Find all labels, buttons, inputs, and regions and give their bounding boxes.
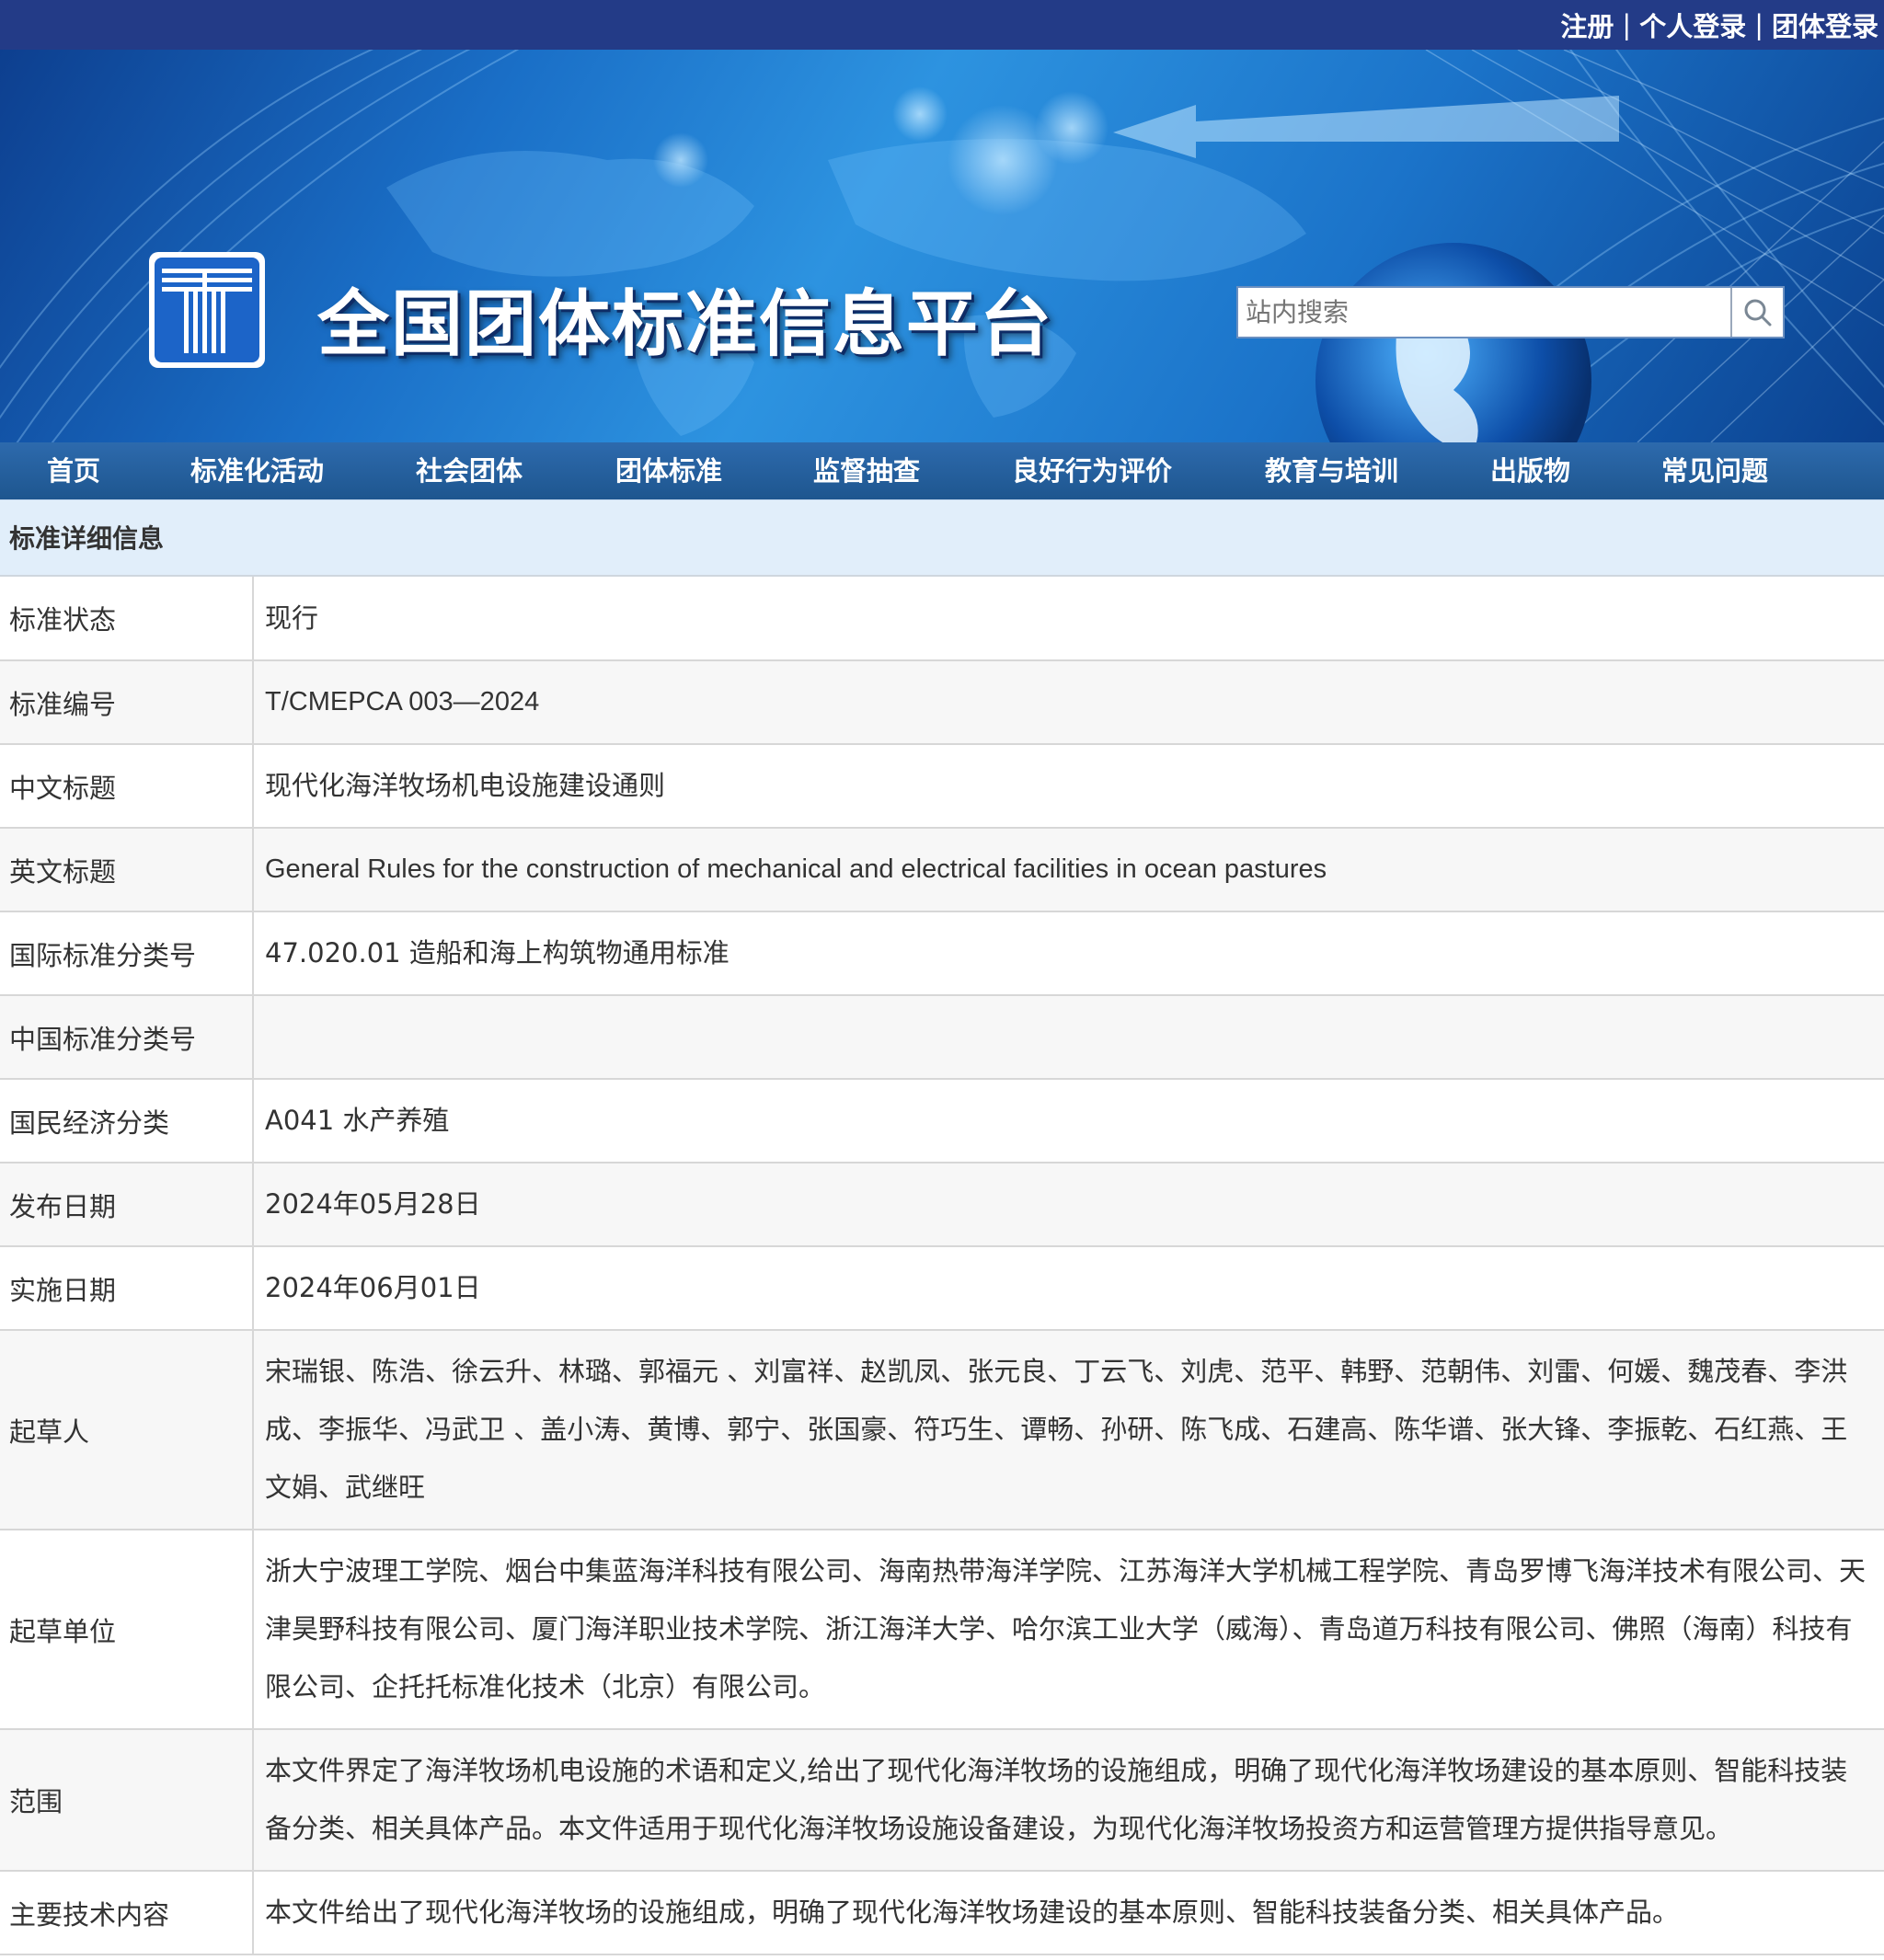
search-button[interactable]	[1730, 288, 1783, 337]
value-economic-class: A041 水产养殖	[253, 1079, 1884, 1163]
page: 注册 | 个人登录 | 团体登录 全国团体标准信息平台 站内搜索 首页 标准化活…	[0, 0, 1884, 1960]
site-title: 全国团体标准信息平台	[317, 282, 1054, 366]
search-box	[1236, 286, 1785, 338]
label-english-title: 英文标题	[0, 828, 254, 912]
value-drafting-units: 浙大宁波理工学院、烟台中集蓝海洋科技有限公司、海南热带海洋学院、江苏海洋大学机械…	[253, 1530, 1884, 1730]
nav-item-standardization-activities[interactable]: 标准化活动	[190, 442, 324, 499]
label-status: 标准状态	[0, 577, 254, 661]
label-standard-number: 标准编号	[0, 660, 254, 745]
label-drafters: 起草人	[0, 1330, 254, 1530]
top-bar: 注册 | 个人登录 | 团体登录	[0, 0, 1884, 50]
nav-item-faq[interactable]: 常见问题	[1661, 442, 1768, 499]
standard-detail: 标准详细信息 标准状态 现行 标准编号 T/CMEPCA 003—2024 中文…	[0, 499, 1884, 1955]
search-input[interactable]	[1238, 288, 1730, 337]
detail-table: 标准状态 现行 标准编号 T/CMEPCA 003—2024 中文标题 现代化海…	[0, 577, 1884, 1955]
value-drafters: 宋瑞银、陈浩、徐云升、林璐、郭福元 、刘富祥、赵凯凤、张元良、丁云飞、刘虎、范平…	[253, 1330, 1884, 1530]
nav-item-publications[interactable]: 出版物	[1490, 442, 1570, 499]
detail-heading: 标准详细信息	[0, 499, 1884, 577]
label-effective-date: 实施日期	[0, 1246, 254, 1331]
label-economic-class: 国民经济分类	[0, 1079, 254, 1163]
label-chinese-title: 中文标题	[0, 744, 254, 829]
value-english-title: General Rules for the construction of me…	[253, 828, 1884, 912]
value-standard-number: T/CMEPCA 003—2024	[253, 660, 1884, 745]
value-publish-date: 2024年05月28日	[253, 1163, 1884, 1247]
nav-item-supervision[interactable]: 监督抽查	[813, 442, 920, 499]
register-link[interactable]: 注册	[1560, 6, 1614, 44]
banner: 全国团体标准信息平台	[0, 50, 1884, 442]
nav-item-social-groups[interactable]: 社会团体	[416, 442, 523, 499]
nav-item-education[interactable]: 教育与培训	[1265, 442, 1398, 499]
nav-item-home[interactable]: 首页	[47, 442, 100, 499]
group-login-link[interactable]: 团体登录	[1772, 6, 1878, 44]
value-effective-date: 2024年06月01日	[253, 1246, 1884, 1331]
label-ics: 国际标准分类号	[0, 911, 254, 996]
value-ccs	[253, 995, 1884, 1080]
nav-item-group-standards[interactable]: 团体标准	[615, 442, 722, 499]
value-main-content: 本文件给出了现代化海洋牧场的设施组成，明确了现代化海洋牧场建设的基本原则、智能科…	[253, 1871, 1884, 1955]
main-nav: 首页 标准化活动 社会团体 团体标准 监督抽查 良好行为评价 教育与培训 出版物…	[0, 442, 1884, 502]
personal-login-link[interactable]: 个人登录	[1639, 6, 1746, 44]
label-drafting-units: 起草单位	[0, 1530, 254, 1730]
label-main-content: 主要技术内容	[0, 1871, 254, 1955]
value-chinese-title: 现代化海洋牧场机电设施建设通则	[253, 744, 1884, 829]
nav-item-good-behavior[interactable]: 良好行为评价	[1012, 442, 1172, 499]
link-separator: |	[1754, 9, 1763, 40]
value-status: 现行	[253, 577, 1884, 661]
search-icon	[1744, 299, 1771, 326]
label-ccs: 中国标准分类号	[0, 995, 254, 1080]
banner-background	[0, 50, 1884, 442]
label-publish-date: 发布日期	[0, 1163, 254, 1247]
site-logo	[149, 252, 265, 368]
link-separator: |	[1622, 9, 1632, 40]
label-scope: 范围	[0, 1729, 254, 1872]
value-ics: 47.020.01 造船和海上构筑物通用标准	[253, 911, 1884, 996]
account-links: 注册 | 个人登录 | 团体登录	[1560, 6, 1878, 44]
value-scope: 本文件界定了海洋牧场机电设施的术语和定义,给出了现代化海洋牧场的设施组成，明确了…	[253, 1729, 1884, 1872]
